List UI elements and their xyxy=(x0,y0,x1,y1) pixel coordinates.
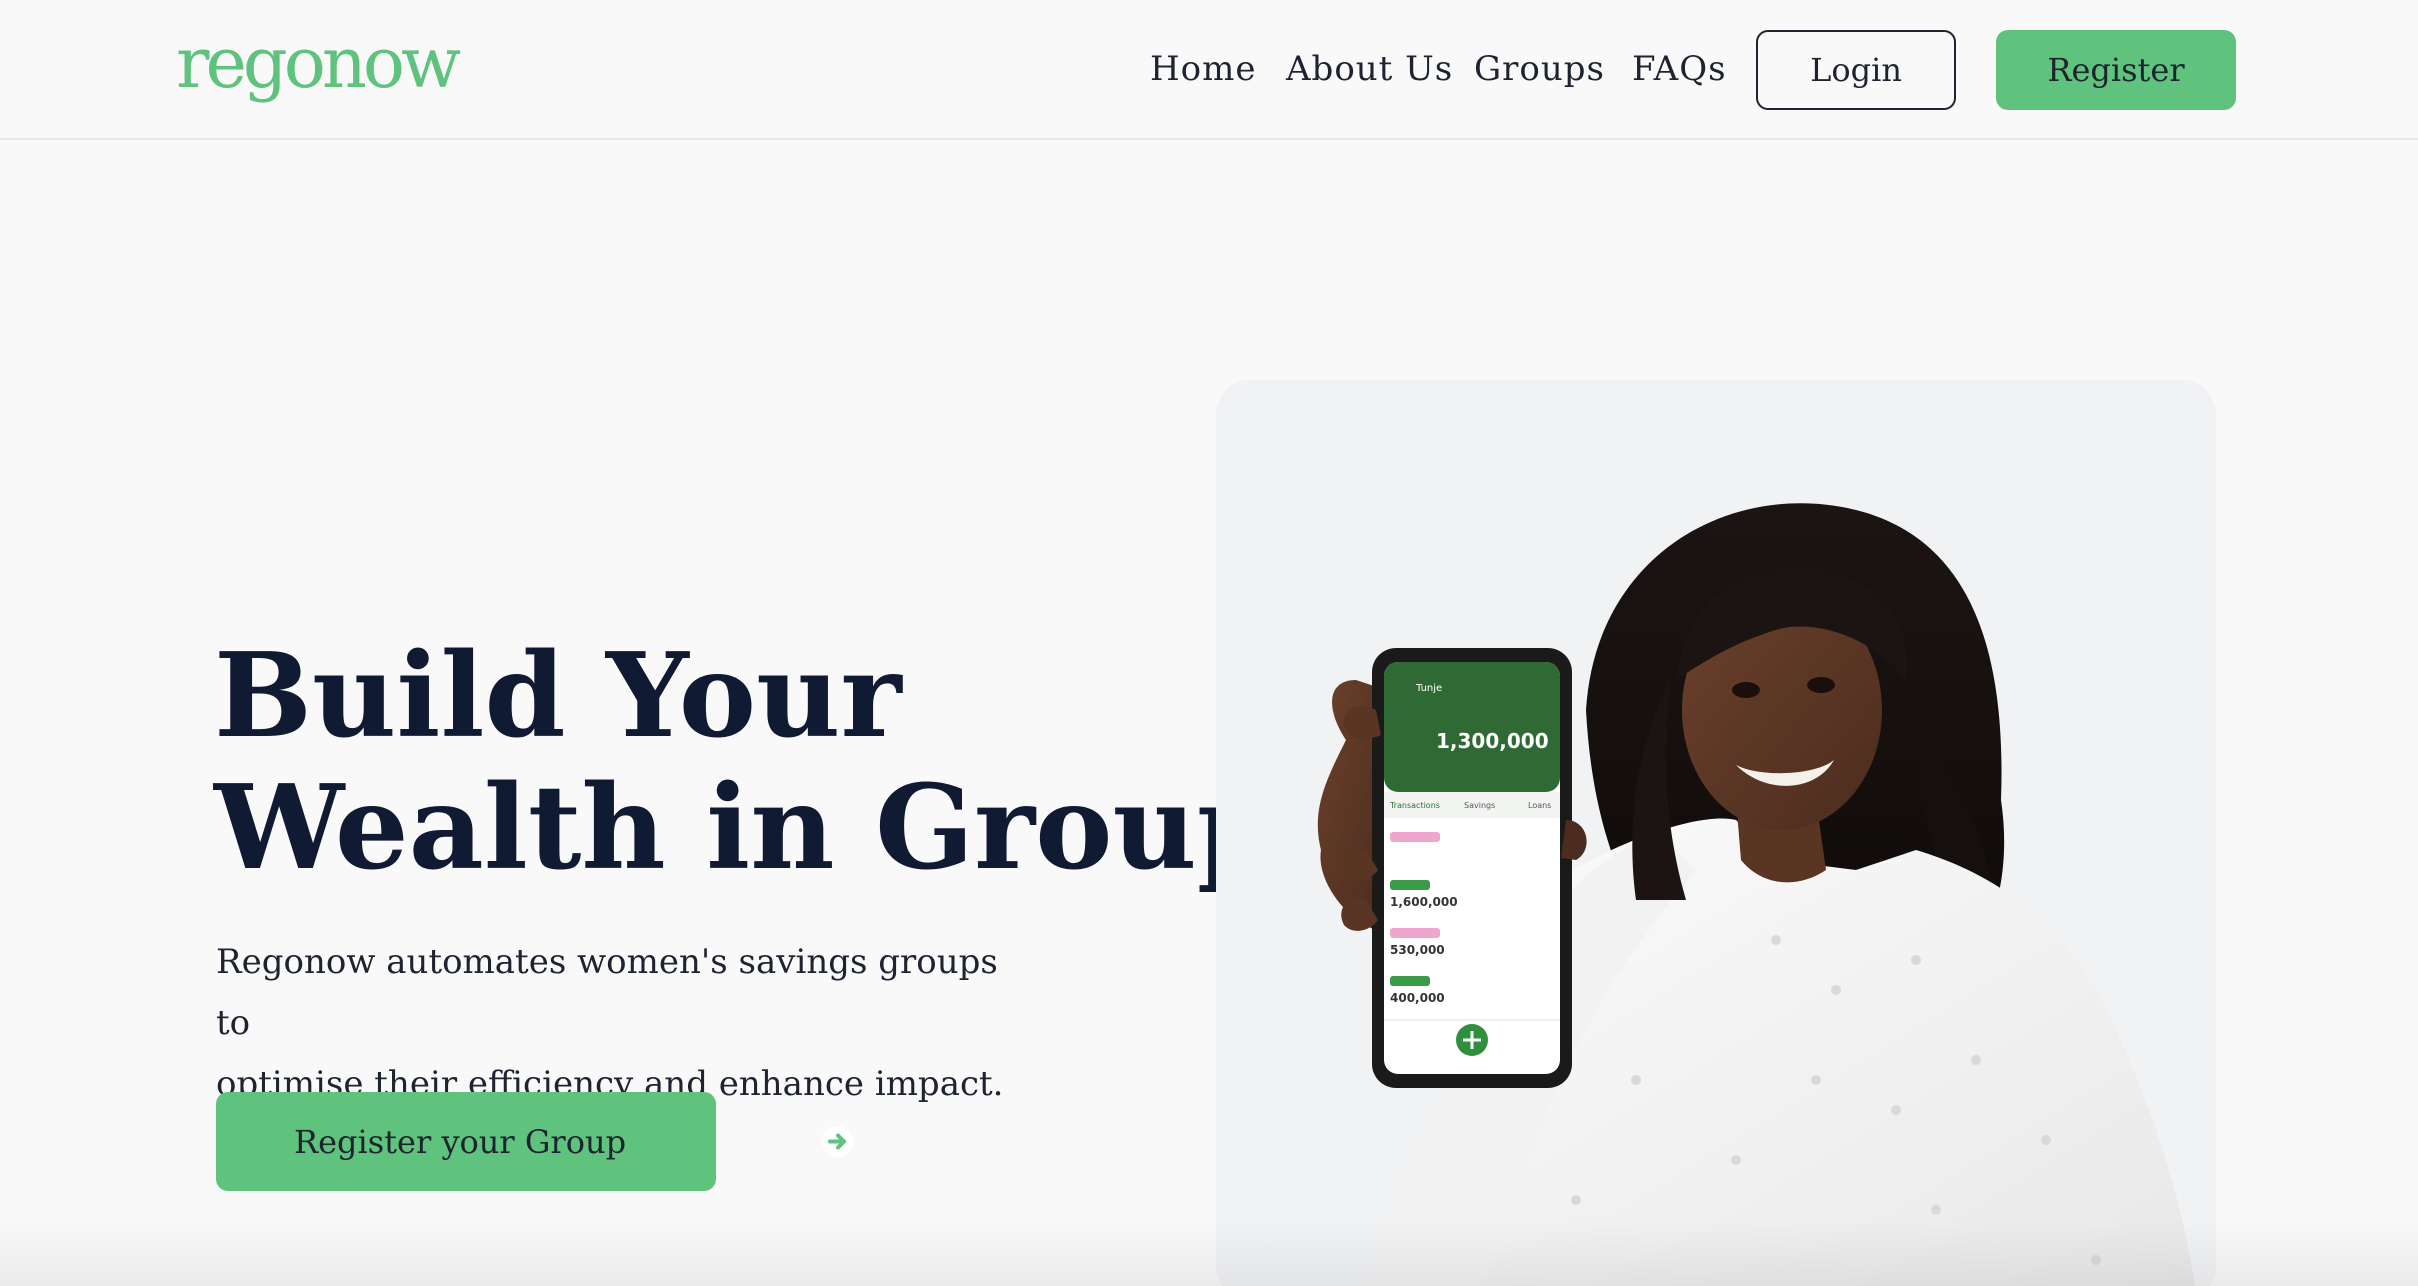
phone-total-savings: 1,300,000 xyxy=(1436,729,1549,753)
nav-link-groups[interactable]: Groups xyxy=(1474,47,1605,91)
woman-holding-phone-image: Tunje 1,300,000 Transactions Savings Loa… xyxy=(1317,503,2195,1286)
phone-tab-savings: Savings xyxy=(1464,801,1495,810)
hero-title-line2: Wealth in Groups xyxy=(214,760,1344,896)
hero-image-card: Tunje 1,300,000 Transactions Savings Loa… xyxy=(1216,380,2216,1286)
register-group-button[interactable]: Register your Group xyxy=(216,1092,853,1191)
hero-subtitle: Regonow automates women's savings groups… xyxy=(216,932,1016,1115)
hero-subtitle-line1: Regonow automates women's savings groups… xyxy=(216,942,998,1043)
hero-title: Build Your Wealth in Groups xyxy=(214,630,1343,894)
top-navbar: regonow Home About Us Groups FAQs Login … xyxy=(0,0,2418,140)
nav-link-faqs[interactable]: FAQs xyxy=(1632,47,1727,91)
arrow-right-circle-icon xyxy=(822,1126,853,1157)
phone-amount-2: 530,000 xyxy=(1390,943,1445,957)
phone-tab-loans: Loans xyxy=(1528,801,1551,810)
register-group-label: Register your Group xyxy=(294,1122,627,1161)
hero-title-line1: Build Your xyxy=(214,628,902,764)
phone-amount-3: 400,000 xyxy=(1390,991,1445,1005)
nav-link-about-us[interactable]: About Us xyxy=(1286,47,1453,91)
phone-amount-1: 1,600,000 xyxy=(1390,895,1458,909)
regonow-logo[interactable]: regonow xyxy=(176,20,461,106)
phone-group-name: Tunje xyxy=(1415,683,1442,694)
phone-tab-transactions: Transactions xyxy=(1389,801,1440,810)
login-button[interactable]: Login xyxy=(1756,30,1956,110)
register-button[interactable]: Register xyxy=(1996,30,2236,110)
nav-link-home[interactable]: Home xyxy=(1150,47,1256,91)
